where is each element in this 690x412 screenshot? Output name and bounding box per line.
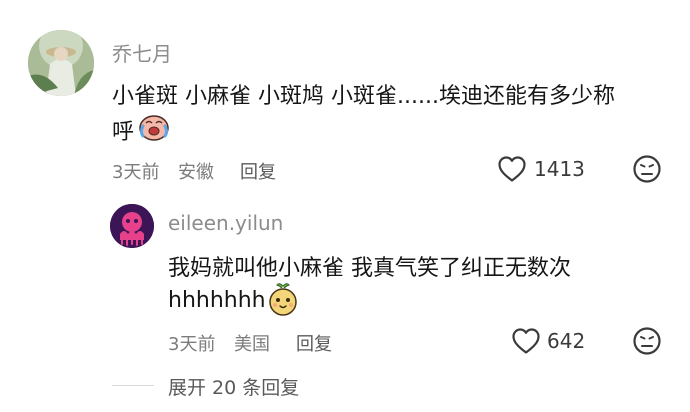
like-count: 642 xyxy=(547,329,586,353)
heart-icon[interactable] xyxy=(497,155,527,183)
expand-replies-button[interactable]: 展开 20 条回复 xyxy=(168,373,299,400)
username[interactable]: 乔七月 xyxy=(112,38,172,67)
dislike-face-icon[interactable] xyxy=(632,326,662,356)
dislike-face-icon[interactable] xyxy=(632,154,662,184)
divider xyxy=(112,385,154,386)
like-count: 1413 xyxy=(534,157,585,181)
comment-text-continued: hhhhhhh xyxy=(168,288,266,313)
comment-time: 3天前 xyxy=(168,334,216,355)
username[interactable]: eileen.yilun xyxy=(168,211,283,235)
comment-text: 我妈就叫他小麻雀 我真气笑了纠正无数次 xyxy=(168,256,571,281)
heart-icon[interactable] xyxy=(511,327,541,355)
comment-text: 小雀斑 小麻雀 小斑鸠 小斑雀......埃迪还能有多少称 xyxy=(112,84,615,109)
comment-location: 美国 xyxy=(234,334,270,355)
comment-text-continued: 呼 xyxy=(112,120,135,145)
avatar[interactable] xyxy=(28,30,94,96)
avatar[interactable] xyxy=(110,204,154,248)
comment-location: 安徽 xyxy=(178,162,214,183)
reply-button[interactable]: 回复 xyxy=(296,330,332,356)
potato-emoji xyxy=(266,281,300,317)
comment-time: 3天前 xyxy=(112,162,160,183)
crying-laughing-emoji xyxy=(137,108,171,142)
reply-button[interactable]: 回复 xyxy=(240,158,276,184)
